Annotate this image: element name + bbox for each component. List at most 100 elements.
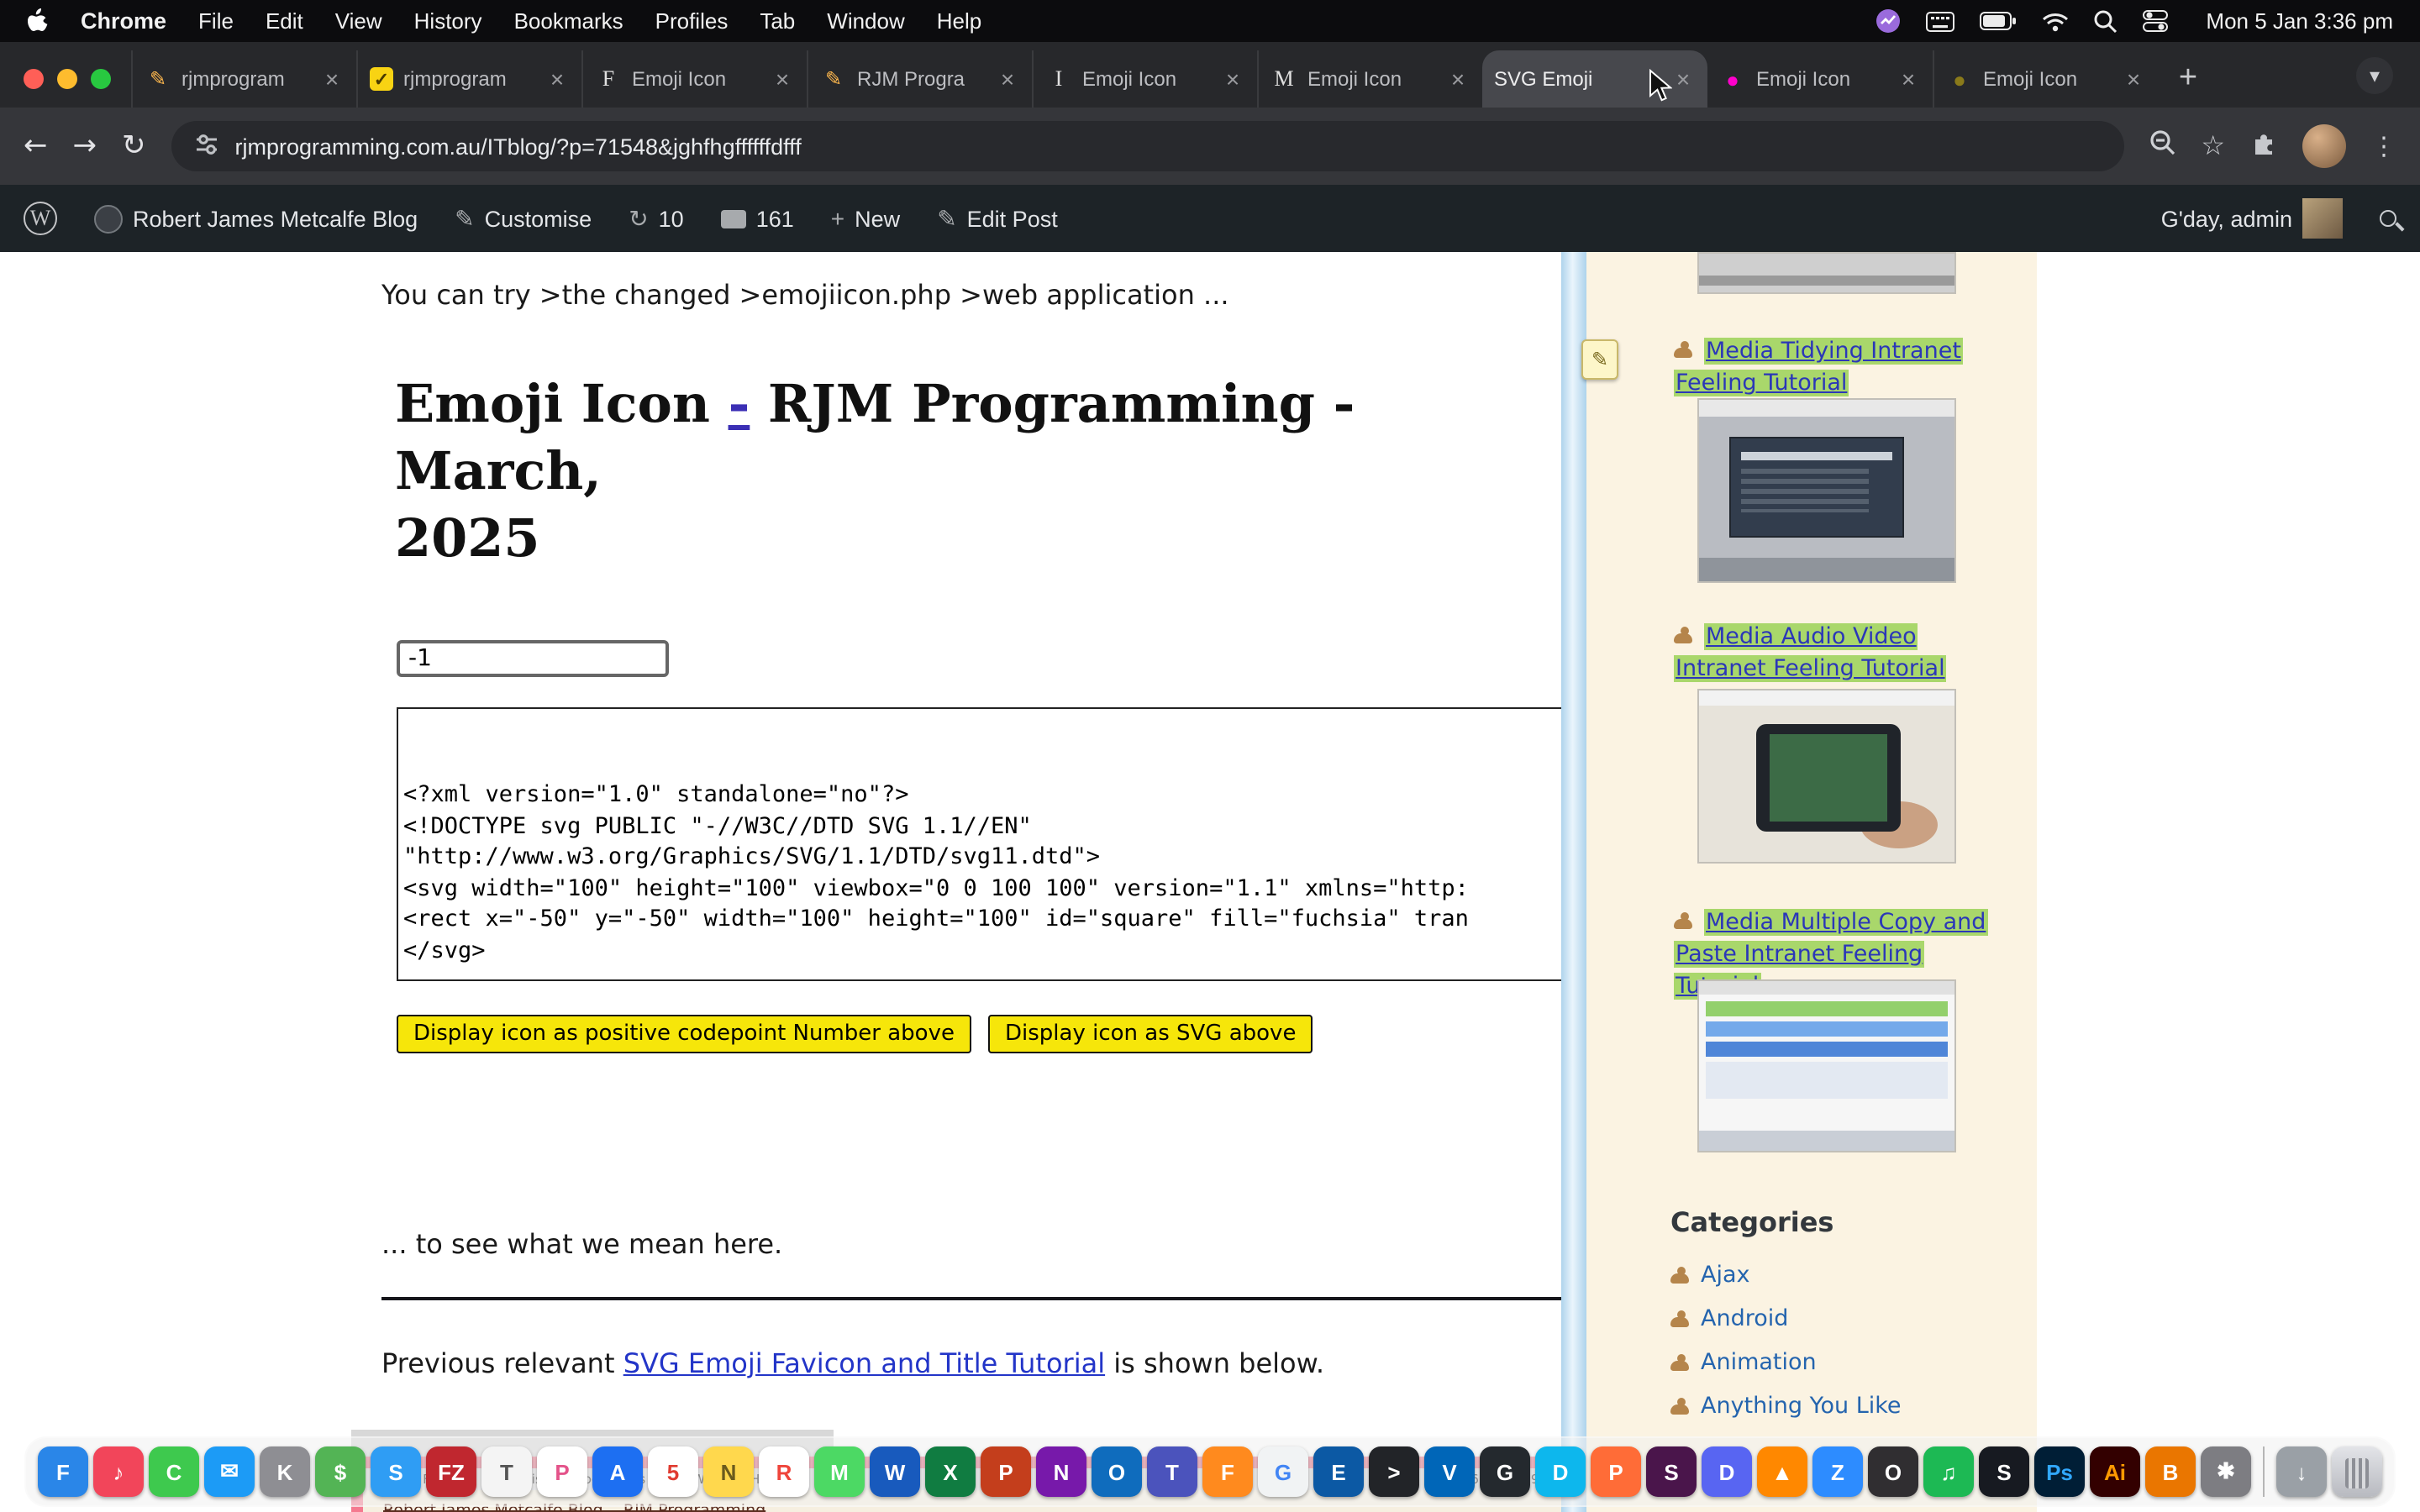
- display-codepoint-button[interactable]: Display icon as positive codepoint Numbe…: [397, 1015, 971, 1053]
- menubar-item[interactable]: Help: [937, 8, 982, 34]
- browser-tab[interactable]: I Emoji Icon: [1032, 50, 1257, 108]
- dock-app-icon[interactable]: ✉: [204, 1446, 255, 1497]
- browser-tab[interactable]: M Emoji Icon: [1257, 50, 1482, 108]
- browser-tab[interactable]: ● Emoji Icon: [1707, 50, 1933, 108]
- heading-dash-link[interactable]: -: [729, 375, 750, 435]
- wp-search-icon[interactable]: [2380, 210, 2396, 227]
- menubar-item[interactable]: Bookmarks: [514, 8, 623, 34]
- post-thumbnail[interactable]: [1697, 398, 1956, 583]
- tab-close-icon[interactable]: [1220, 66, 1245, 92]
- window-close-button[interactable]: [24, 69, 44, 89]
- dock-app-icon[interactable]: N: [1036, 1446, 1086, 1497]
- browser-tab-active[interactable]: SVG Emoji: [1482, 50, 1707, 108]
- wp-comments-button[interactable]: 161: [721, 206, 794, 231]
- dock-app-icon[interactable]: P: [1591, 1446, 1641, 1497]
- browser-tab[interactable]: ● Emoji Icon: [1933, 50, 2158, 108]
- menu-dots-icon[interactable]: ⋮: [2371, 131, 2396, 161]
- tab-close-icon[interactable]: [1896, 66, 1921, 92]
- apple-logo-icon[interactable]: [27, 8, 49, 34]
- dock-app-icon[interactable]: S: [371, 1446, 421, 1497]
- codepoint-input[interactable]: [397, 640, 669, 677]
- dock-app-icon[interactable]: FZ: [426, 1446, 476, 1497]
- menubar-app-name[interactable]: Chrome: [81, 8, 166, 34]
- dock-app-icon[interactable]: O: [1092, 1446, 1142, 1497]
- profile-avatar[interactable]: [2302, 124, 2346, 168]
- dock-app-icon[interactable]: E: [1313, 1446, 1364, 1497]
- dock-app-icon[interactable]: Ps: [2034, 1446, 2085, 1497]
- browser-tab[interactable]: ✎ RJM Progra: [807, 50, 1032, 108]
- wp-updates-button[interactable]: ↻ 10: [629, 204, 684, 233]
- dock-app-icon[interactable]: ▲: [1757, 1446, 1807, 1497]
- post-thumbnail[interactable]: [1697, 689, 1956, 864]
- battery-icon[interactable]: [1979, 12, 2016, 30]
- menubar-clock[interactable]: Mon 5 Jan 3:36 pm: [2206, 8, 2393, 34]
- sidebar-post-link[interactable]: Media Tidying Intranet Feeling Tutorial: [1674, 338, 1963, 396]
- dock-app-icon[interactable]: T: [481, 1446, 532, 1497]
- tab-close-icon[interactable]: [1445, 66, 1470, 92]
- reload-icon[interactable]: ↻: [122, 129, 146, 163]
- post-thumbnail-partial[interactable]: [1697, 252, 1956, 294]
- category-link[interactable]: Anything You Like: [1701, 1393, 1902, 1420]
- dock-app-icon[interactable]: X: [925, 1446, 976, 1497]
- display-svg-button[interactable]: Display icon as SVG above: [988, 1015, 1313, 1053]
- wp-logo-icon[interactable]: W: [24, 202, 57, 235]
- dock-app-icon[interactable]: Z: [1812, 1446, 1863, 1497]
- back-icon[interactable]: ←: [24, 129, 48, 163]
- dock-app-icon[interactable]: D: [1535, 1446, 1586, 1497]
- bookmark-star-icon[interactable]: ☆: [2201, 129, 2225, 163]
- wp-site-menu[interactable]: Robert James Metcalfe Blog: [94, 204, 418, 233]
- dock-app-icon[interactable]: F: [1202, 1446, 1253, 1497]
- tab-close-icon[interactable]: [319, 66, 345, 92]
- menubar-item[interactable]: Tab: [760, 8, 795, 34]
- wp-edit-post-button[interactable]: ✎ Edit Post: [937, 204, 1058, 233]
- browser-tab[interactable]: ✓ rjmprogram: [356, 50, 581, 108]
- dock-app-icon[interactable]: G: [1480, 1446, 1530, 1497]
- address-bar[interactable]: rjmprogramming.com.au/ITblog/?p=71548&jg…: [171, 121, 2124, 171]
- dock-app-icon[interactable]: S: [1979, 1446, 2029, 1497]
- dock-app-icon[interactable]: T: [1147, 1446, 1197, 1497]
- dock-app-icon[interactable]: 5: [648, 1446, 698, 1497]
- tab-close-icon[interactable]: [2121, 66, 2146, 92]
- dock-app-icon[interactable]: C: [149, 1446, 199, 1497]
- svg-code-textarea[interactable]: <?xml version="1.0" standalone="no"?><!D…: [397, 707, 1561, 981]
- browser-tab[interactable]: F Emoji Icon: [581, 50, 807, 108]
- dock-app-icon[interactable]: V: [1424, 1446, 1475, 1497]
- floating-edit-note-icon[interactable]: [1581, 339, 1618, 380]
- menubar-item[interactable]: Edit: [266, 8, 303, 34]
- dock-app-icon[interactable]: W: [870, 1446, 920, 1497]
- browser-tab[interactable]: ✎ rjmprogram: [131, 50, 356, 108]
- category-link[interactable]: Ajax: [1701, 1262, 1750, 1289]
- dock-app-icon[interactable]: >: [1369, 1446, 1419, 1497]
- url-text[interactable]: rjmprogramming.com.au/ITblog/?p=71548&jg…: [235, 134, 802, 159]
- dock-app-icon[interactable]: K: [260, 1446, 310, 1497]
- tab-close-icon[interactable]: [544, 66, 570, 92]
- dock-app-icon[interactable]: P: [537, 1446, 587, 1497]
- wp-new-button[interactable]: + New: [831, 205, 900, 232]
- category-link[interactable]: Animation: [1701, 1349, 1817, 1376]
- dock-app-icon[interactable]: ♫: [1923, 1446, 1974, 1497]
- dock-app-icon[interactable]: A: [592, 1446, 643, 1497]
- category-link[interactable]: Android: [1701, 1305, 1788, 1332]
- window-minimize-button[interactable]: [57, 69, 77, 89]
- menubar-item[interactable]: View: [335, 8, 382, 34]
- content-scroll-strip[interactable]: [1561, 252, 1586, 1512]
- dock-app-icon[interactable]: P: [981, 1446, 1031, 1497]
- dock-app-icon[interactable]: O: [1868, 1446, 1918, 1497]
- tab-close-icon[interactable]: [770, 66, 795, 92]
- forward-icon[interactable]: →: [73, 129, 97, 163]
- post-thumbnail[interactable]: [1697, 979, 1956, 1152]
- keyboard-icon[interactable]: [1925, 11, 1954, 31]
- menubar-item[interactable]: File: [198, 8, 234, 34]
- dock-app-icon[interactable]: D: [1702, 1446, 1752, 1497]
- tab-close-icon[interactable]: [995, 66, 1020, 92]
- trash-icon[interactable]: [2332, 1446, 2382, 1497]
- stats-icon[interactable]: [1875, 8, 1900, 34]
- tune-icon[interactable]: [195, 132, 218, 160]
- menubar-item[interactable]: Window: [827, 8, 905, 34]
- tab-close-icon[interactable]: [1670, 66, 1696, 92]
- wifi-icon[interactable]: [2041, 11, 2068, 31]
- dock-app-icon[interactable]: F: [38, 1446, 88, 1497]
- dock-app-icon[interactable]: Ai: [2090, 1446, 2140, 1497]
- extensions-icon[interactable]: [2250, 129, 2277, 164]
- dock-app-icon[interactable]: N: [703, 1446, 754, 1497]
